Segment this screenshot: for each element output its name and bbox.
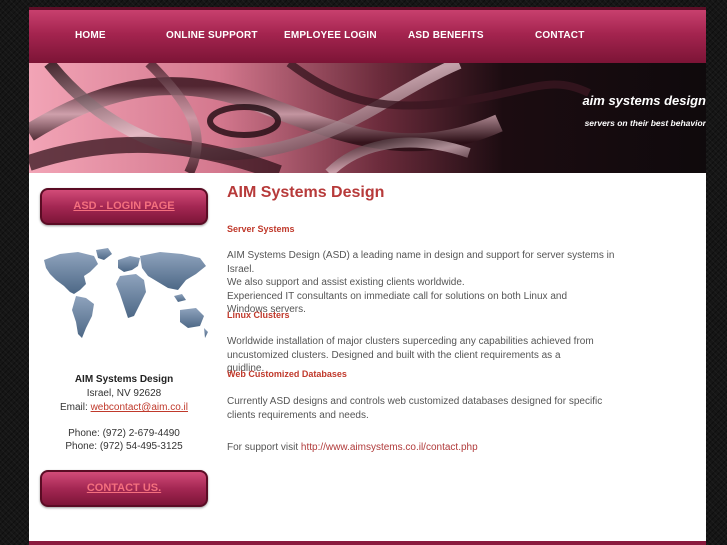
content-area: ASD - LOGIN PAGE AIM Systems Design Isra…: [29, 173, 706, 541]
support-text: For support visit: [227, 442, 299, 453]
phone-1: Phone: (972) 2-679-4490: [68, 428, 180, 439]
nav-online-support[interactable]: ONLINE SUPPORT: [166, 30, 258, 41]
nav-asd-benefits[interactable]: ASD BENEFITS: [408, 30, 484, 41]
phone-2: Phone: (972) 54-495-3125: [65, 441, 183, 452]
support-line: For support visit http://www.aimsystems.…: [227, 441, 642, 455]
section-heading-server-systems: Server Systems: [227, 224, 295, 234]
top-nav: HOME ONLINE SUPPORT EMPLOYEE LOGIN ASD B…: [29, 7, 706, 63]
email-label: Email:: [60, 402, 88, 413]
paragraph: We also support and assist existing clie…: [227, 277, 465, 288]
nav-contact[interactable]: CONTACT: [535, 30, 585, 41]
company-email-line: Email: webcontact@aim.co.il: [29, 402, 219, 413]
nav-home[interactable]: HOME: [75, 30, 106, 41]
header-banner: aim systems design servers on their best…: [29, 63, 706, 173]
nav-employee-login[interactable]: EMPLOYEE LOGIN: [284, 30, 377, 41]
banner-title: aim systems design: [582, 93, 706, 108]
section-body-web-databases: Currently ASD designs and controls web c…: [227, 395, 632, 422]
section-heading-linux-clusters: Linux Clusters: [227, 310, 290, 320]
bottom-border: [29, 541, 706, 545]
page-title: AIM Systems Design: [227, 184, 385, 201]
section-body-server-systems: AIM Systems Design (ASD) a leading name …: [227, 249, 642, 317]
banner-tagline: servers on their best behavior: [584, 118, 706, 128]
contact-us-button[interactable]: CONTACT US.: [40, 470, 208, 507]
login-page-button[interactable]: ASD - LOGIN PAGE: [40, 188, 208, 225]
support-link[interactable]: http://www.aimsystems.co.il/contact.php: [301, 442, 478, 453]
section-heading-web-databases: Web Customized Databases: [227, 369, 347, 379]
login-page-button-label: ASD - LOGIN PAGE: [73, 200, 175, 212]
contact-us-button-label: CONTACT US.: [86, 482, 162, 494]
paragraph: AIM Systems Design (ASD) a leading name …: [227, 250, 615, 275]
email-link[interactable]: webcontact@aim.co.il: [91, 402, 188, 413]
page-wrapper: HOME ONLINE SUPPORT EMPLOYEE LOGIN ASD B…: [29, 7, 706, 545]
world-map-image: [44, 248, 208, 338]
company-city: Israel, NV 92628: [86, 388, 162, 399]
company-name: AIM Systems Design: [74, 374, 174, 385]
paragraph: Currently ASD designs and controls web c…: [227, 396, 603, 421]
